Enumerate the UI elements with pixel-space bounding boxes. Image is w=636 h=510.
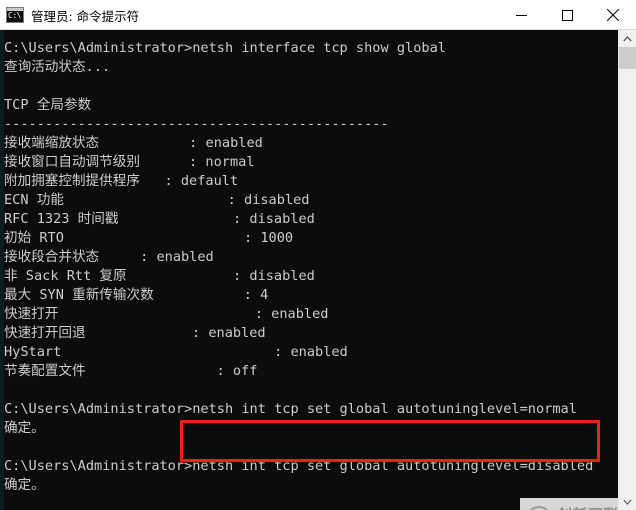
console-line: 快速打开 : enabled — [4, 306, 329, 322]
console-line: C:\Users\Administrator>netsh interface t… — [4, 40, 446, 56]
console-line: C:\Users\Administrator>netsh int tcp set… — [4, 401, 577, 417]
minimize-icon — [515, 14, 527, 16]
console-line: 快速打开回退 : enabled — [4, 325, 266, 341]
console-line: 非 Sack Rtt 复原 : disabled — [4, 268, 315, 284]
scrollbar-up-button[interactable] — [619, 30, 636, 47]
console-line: ----------------------------------------… — [4, 116, 389, 132]
scrollbar-down-button[interactable] — [619, 493, 636, 510]
cmd-icon-glyph: C:\ — [8, 11, 21, 20]
vertical-scrollbar[interactable] — [618, 30, 636, 510]
console-line: 确定。 — [4, 420, 45, 436]
close-icon — [607, 9, 619, 21]
console-line: 接收端缩放状态 : enabled — [4, 135, 263, 151]
console-line: 初始 RTO : 1000 — [4, 230, 294, 246]
console-line: TCP 全局参数 — [4, 97, 92, 113]
console-line: 附加拥塞控制提供程序 : default — [4, 173, 239, 189]
console-line: 确定。 — [4, 477, 45, 493]
close-button[interactable] — [590, 0, 636, 30]
console-line: HyStart : enabled — [4, 344, 348, 360]
console-line: 查询活动状态... — [4, 59, 111, 75]
console-text: C:\Users\Administrator>netsh interface t… — [4, 39, 593, 510]
scrollbar-thumb[interactable] — [619, 47, 636, 69]
chevron-up-icon — [623, 35, 632, 41]
circle-x-logo-icon — [526, 506, 552, 510]
minimize-button[interactable] — [498, 0, 544, 30]
chevron-down-icon — [623, 499, 632, 505]
window-title: 管理员: 命令提示符 — [31, 8, 140, 24]
console-line: C:\Users\Administrator>netsh int tcp set… — [4, 458, 594, 474]
title-bar-left: C:\ 管理员: 命令提示符 — [0, 0, 498, 30]
console-line: 节奏配置文件 : off — [4, 363, 258, 379]
command-prompt-window: C:\ 管理员: 命令提示符 C:\Users\Administrator>ne… — [0, 0, 636, 510]
cmd-icon: C:\ — [6, 7, 24, 23]
console-line: 接收段合并状态 : enabled — [4, 249, 214, 265]
console-output-area[interactable]: C:\Users\Administrator>netsh interface t… — [0, 30, 618, 510]
maximize-icon — [561, 9, 573, 21]
window-controls — [498, 0, 636, 30]
watermark: 创新互联 CHUANG XIN HU LIAN — [520, 498, 618, 510]
console-line: 最大 SYN 重新传输次数 : 4 — [4, 287, 269, 303]
title-bar[interactable]: C:\ 管理员: 命令提示符 — [0, 0, 636, 30]
console-line: 接收窗口自动调节级别 : normal — [4, 154, 255, 170]
console-line: ECN 功能 : disabled — [4, 192, 310, 208]
console-line: RFC 1323 时间戳 : disabled — [4, 211, 315, 227]
scrollbar-track[interactable] — [619, 69, 636, 493]
maximize-button[interactable] — [544, 0, 590, 30]
